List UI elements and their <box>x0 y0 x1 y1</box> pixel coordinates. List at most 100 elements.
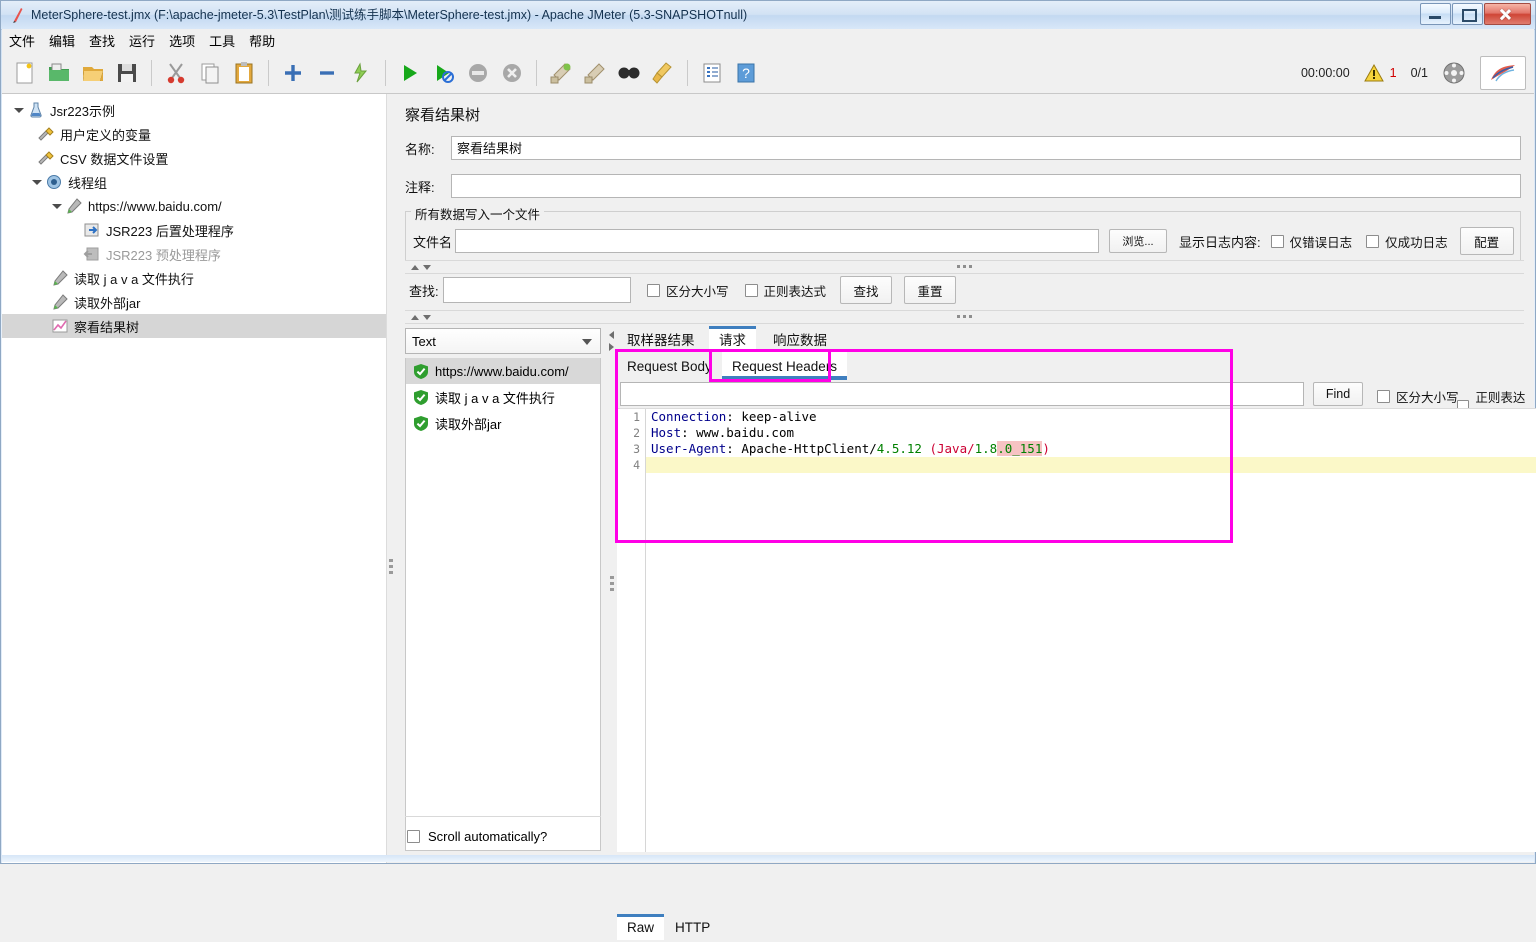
checkbox-box[interactable] <box>647 284 660 297</box>
horizontal-splitter-top[interactable] <box>405 260 1524 274</box>
editor-case-sensitive-checkbox[interactable]: 区分大小写 <box>1377 387 1459 406</box>
scroll-automatically-checkbox[interactable]: Scroll automatically? <box>407 829 547 844</box>
browse-button[interactable]: 浏览... <box>1109 229 1167 253</box>
save-icon[interactable] <box>110 56 144 90</box>
menu-edit[interactable]: 编辑 <box>42 31 82 52</box>
splitter-grip[interactable] <box>610 576 614 594</box>
menu-help[interactable]: 帮助 <box>242 31 282 52</box>
comment-input[interactable] <box>451 174 1521 198</box>
tree-item-http-sampler[interactable]: https://www.baidu.com/ <box>2 194 386 218</box>
checkbox-box[interactable] <box>745 284 758 297</box>
start-no-pauses-icon[interactable] <box>427 56 461 90</box>
search-icon[interactable] <box>612 56 646 90</box>
expand-icon[interactable] <box>276 56 310 90</box>
function-helper-icon[interactable] <box>695 56 729 90</box>
checkbox-box[interactable] <box>1271 235 1284 248</box>
tab-response-data[interactable]: 响应数据 <box>763 326 837 352</box>
editor-content[interactable]: Connection: keep-alive Host: www.baidu.c… <box>646 409 1536 852</box>
checkbox-box[interactable] <box>407 830 420 843</box>
tree-item-read-java-file[interactable]: 读取 j a v a 文件执行 <box>2 266 386 290</box>
checkbox-box[interactable] <box>1366 235 1379 248</box>
toggle-icon[interactable] <box>344 56 378 90</box>
tab-http[interactable]: HTTP <box>665 914 720 940</box>
result-list[interactable]: https://www.baidu.com/ 读取 j a v a 文件执行 读… <box>405 358 601 851</box>
results-splitter[interactable] <box>607 326 617 851</box>
successes-only-checkbox[interactable]: 仅成功日志 <box>1366 232 1448 251</box>
reset-button[interactable]: 重置 <box>904 276 956 304</box>
tree-item-read-external-jar[interactable]: 读取外部jar <box>2 290 386 314</box>
collapse-icon[interactable] <box>310 56 344 90</box>
chevron-down-icon[interactable] <box>50 199 64 213</box>
stop-icon[interactable] <box>461 56 495 90</box>
subtab-request-body[interactable]: Request Body <box>617 352 722 380</box>
collapse-down-icon[interactable] <box>423 315 431 320</box>
paste-icon[interactable] <box>227 56 261 90</box>
tree-item-label: 用户定义的变量 <box>56 125 151 144</box>
tree-item-thread-group[interactable]: 线程组 <box>2 170 386 194</box>
cut-icon[interactable] <box>159 56 193 90</box>
subtab-request-headers[interactable]: Request Headers <box>722 352 847 380</box>
name-input[interactable]: 察看结果树 <box>451 136 1521 160</box>
start-icon[interactable] <box>393 56 427 90</box>
splitter-grip[interactable] <box>957 265 972 268</box>
templates-icon[interactable] <box>42 56 76 90</box>
clear-icon[interactable] <box>544 56 578 90</box>
collapse-up-icon[interactable] <box>411 265 419 270</box>
splitter-grip[interactable] <box>389 559 393 577</box>
minimize-button[interactable] <box>1420 3 1451 25</box>
close-button[interactable] <box>1484 3 1531 25</box>
jmeter-logo-button[interactable] <box>1480 56 1526 90</box>
menu-tools[interactable]: 工具 <box>202 31 242 52</box>
shutdown-icon[interactable] <box>495 56 529 90</box>
help-icon[interactable]: ? <box>729 56 763 90</box>
tree-item-user-defined-variables[interactable]: 用户定义的变量 <box>2 122 386 146</box>
search-regex-checkbox[interactable]: 正则表达式 <box>745 281 827 300</box>
tab-request[interactable]: 请求 <box>709 326 756 352</box>
chevron-down-icon[interactable] <box>582 339 592 345</box>
collapse-left-icon[interactable] <box>609 331 614 339</box>
checkbox-box[interactable] <box>1377 390 1390 403</box>
menu-search[interactable]: 查找 <box>82 31 122 52</box>
tree-item-csv-data-set[interactable]: CSV 数据文件设置 <box>2 146 386 170</box>
editor-find-input[interactable] <box>620 382 1304 406</box>
tree-item-jsr223-pre-processor[interactable]: JSR223 预处理程序 <box>2 242 386 266</box>
tree-item-jsr223-post-processor[interactable]: JSR223 后置处理程序 <box>2 218 386 242</box>
splitter-arrows[interactable] <box>411 313 431 320</box>
list-item[interactable]: 读取 j a v a 文件执行 <box>406 384 600 410</box>
clear-all-icon[interactable] <box>578 56 612 90</box>
menu-options[interactable]: 选项 <box>162 31 202 52</box>
splitter-arrows[interactable] <box>411 263 431 270</box>
find-button[interactable]: 查找 <box>840 276 892 304</box>
editor-find-button[interactable]: Find <box>1313 382 1363 406</box>
tree-item-view-results-tree[interactable]: 察看结果树 <box>2 314 386 338</box>
request-headers-editor[interactable]: 1 2 3 4 Connection: keep-alive Host: www… <box>617 408 1536 852</box>
splitter-grip[interactable] <box>957 315 972 318</box>
menu-run[interactable]: 运行 <box>122 31 162 52</box>
horizontal-splitter-bottom[interactable] <box>405 310 1524 324</box>
search-case-sensitive-checkbox[interactable]: 区分大小写 <box>647 281 729 300</box>
test-plan-tree-pane[interactable]: Jsr223示例 用户定义的变量 CSV 数据文件设置 <box>2 94 387 863</box>
chevron-down-icon[interactable] <box>12 103 26 117</box>
tree-item-test-plan[interactable]: Jsr223示例 <box>2 98 386 122</box>
search-input[interactable] <box>443 277 631 303</box>
search-reset-icon[interactable] <box>646 56 680 90</box>
warning-indicator[interactable]: 1 <box>1364 64 1397 82</box>
connections-icon[interactable] <box>1442 61 1466 85</box>
maximize-button[interactable] <box>1452 3 1483 25</box>
copy-icon[interactable] <box>193 56 227 90</box>
tab-raw[interactable]: Raw <box>617 914 664 940</box>
chevron-down-icon[interactable] <box>30 175 44 189</box>
list-item[interactable]: https://www.baidu.com/ <box>406 358 600 384</box>
menu-file[interactable]: 文件 <box>2 31 42 52</box>
renderer-select[interactable]: Text <box>405 328 601 354</box>
collapse-up-icon[interactable] <box>411 315 419 320</box>
collapse-down-icon[interactable] <box>423 265 431 270</box>
errors-only-checkbox[interactable]: 仅错误日志 <box>1271 232 1353 251</box>
list-item[interactable]: 读取外部jar <box>406 410 600 436</box>
filename-input[interactable] <box>455 229 1099 253</box>
collapse-right-icon[interactable] <box>609 343 614 351</box>
open-icon[interactable] <box>76 56 110 90</box>
new-icon[interactable] <box>8 56 42 90</box>
tab-sampler-result[interactable]: 取样器结果 <box>617 326 705 352</box>
configure-button[interactable]: 配置 <box>1460 227 1514 255</box>
